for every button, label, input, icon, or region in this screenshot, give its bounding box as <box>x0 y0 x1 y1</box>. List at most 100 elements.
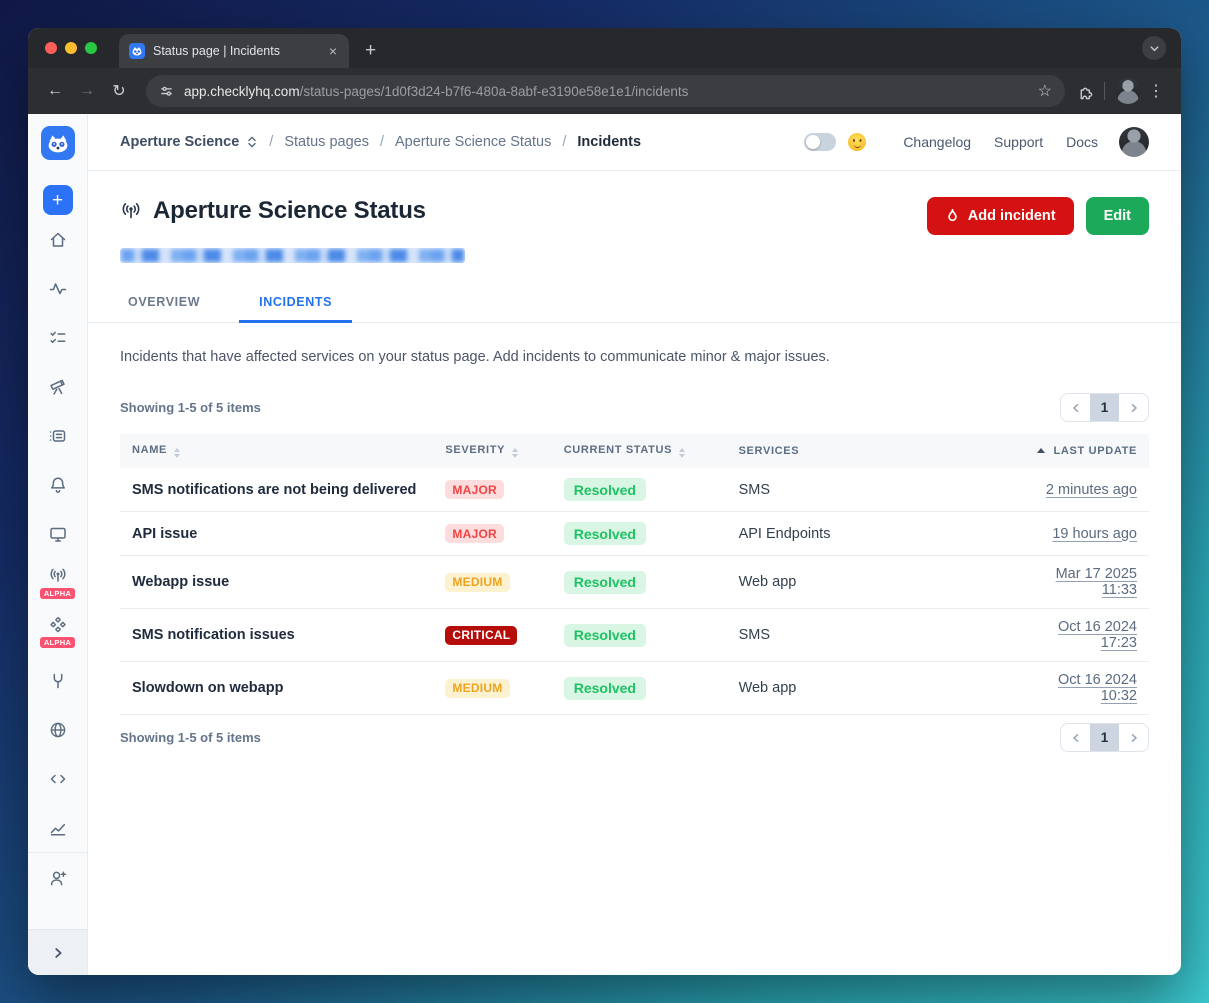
toolbar-divider <box>1104 82 1105 100</box>
col-name[interactable]: NAME <box>120 434 433 468</box>
severity-badge: MAJOR <box>445 480 504 499</box>
broadcast-icon <box>48 566 68 586</box>
table-row[interactable]: SMS notifications are not being delivere… <box>120 468 1149 512</box>
sidebar-item-maintenance[interactable] <box>28 656 87 705</box>
chevron-right-icon <box>51 946 65 960</box>
sort-icon[interactable] <box>174 448 180 458</box>
extensions-icon[interactable] <box>1077 83 1094 100</box>
showing-count: Showing 1-5 of 5 items <box>120 730 261 745</box>
sidebar-item-traces[interactable]: ALPHA <box>28 607 87 656</box>
reload-icon[interactable]: ↻ <box>104 76 134 106</box>
browser-menu-icon[interactable]: ⋮ <box>1143 81 1169 101</box>
table-row[interactable]: API issue MAJOR Resolved API Endpoints 1… <box>120 512 1149 556</box>
sidebar-item-status-pages[interactable]: ALPHA <box>28 558 87 607</box>
diamonds-icon <box>48 615 68 635</box>
next-page-icon[interactable] <box>1119 394 1148 421</box>
add-incident-button[interactable]: Add incident <box>927 197 1074 235</box>
col-current-status[interactable]: CURRENT STATUS <box>552 434 727 468</box>
sort-icon[interactable] <box>679 448 685 458</box>
incidents-description: Incidents that have affected services on… <box>120 349 1149 365</box>
minimize-window-button[interactable] <box>65 42 77 54</box>
showing-count: Showing 1-5 of 5 items <box>120 400 261 415</box>
forward-icon[interactable]: → <box>72 76 102 106</box>
masked-status-page-url-link[interactable] <box>120 248 465 263</box>
table-row[interactable]: Webapp issue MEDIUM Resolved Web app Mar… <box>120 556 1149 609</box>
col-severity[interactable]: SEVERITY <box>433 434 551 468</box>
next-page-icon[interactable] <box>1119 724 1148 751</box>
breadcrumb-account[interactable]: Aperture Science <box>120 134 239 150</box>
edit-button[interactable]: Edit <box>1086 197 1149 235</box>
sidebar-item-runtimes[interactable] <box>28 754 87 803</box>
sidebar-item-analytics[interactable] <box>28 803 87 852</box>
last-update-link[interactable]: 19 hours ago <box>1052 526 1137 542</box>
prev-page-icon[interactable] <box>1061 394 1090 421</box>
page-head: Aperture Science Status Add incident Edi… <box>88 171 1181 235</box>
sort-icon[interactable] <box>512 448 518 458</box>
table-header-row: NAME SEVERITY CURRENT STATUS SERVICES LA… <box>120 434 1149 468</box>
sidebar-item-groups[interactable] <box>28 411 87 460</box>
last-update-link[interactable]: 2 minutes ago <box>1046 482 1137 498</box>
org-switcher-icon[interactable] <box>246 135 258 149</box>
create-new-button[interactable]: + <box>43 185 73 215</box>
last-update-link[interactable]: Oct 16 2024 10:32 <box>1058 672 1137 704</box>
sort-ascending-icon <box>1037 448 1045 453</box>
alpha-badge: ALPHA <box>40 588 75 600</box>
col-last-update[interactable]: LAST UPDATE <box>1025 434 1149 468</box>
prev-page-icon[interactable] <box>1061 724 1090 751</box>
theme-toggle[interactable] <box>804 133 836 151</box>
main-area: Aperture Science / Status pages / Apertu… <box>88 114 1181 975</box>
broadcast-icon <box>120 200 142 222</box>
sidebar-item-alerts[interactable] <box>28 460 87 509</box>
pagination-top: 1 <box>1060 393 1149 422</box>
new-tab-button[interactable]: + <box>365 40 376 68</box>
sidebar-item-monitoring[interactable] <box>28 264 87 313</box>
changelog-link[interactable]: Changelog <box>903 134 971 150</box>
page-tabs: OVERVIEW INCIDENTS <box>88 285 1181 323</box>
back-icon[interactable]: ← <box>40 76 70 106</box>
tab-search-chevron-icon[interactable] <box>1142 36 1166 60</box>
sidebar-item-invite-user[interactable] <box>28 853 87 902</box>
close-window-button[interactable] <box>45 42 57 54</box>
list-controls-bottom: Showing 1-5 of 5 items 1 <box>120 723 1149 752</box>
checkly-logo[interactable] <box>41 126 75 160</box>
breadcrumb-status-page-name[interactable]: Aperture Science Status <box>395 134 551 150</box>
site-settings-icon[interactable] <box>159 84 174 99</box>
checkly-app: + ALPHA <box>28 114 1181 975</box>
last-update-link[interactable]: Oct 16 2024 17:23 <box>1058 619 1137 651</box>
last-update-link[interactable]: Mar 17 2025 11:33 <box>1056 566 1137 598</box>
current-page[interactable]: 1 <box>1090 394 1119 421</box>
address-bar[interactable]: app.checklyhq.com/status-pages/1d0f3d24-… <box>146 75 1065 107</box>
pagination-bottom: 1 <box>1060 723 1149 752</box>
sidebar-item-dashboards[interactable] <box>28 509 87 558</box>
support-link[interactable]: Support <box>994 134 1043 150</box>
zoom-window-button[interactable] <box>85 42 97 54</box>
page-title: Aperture Science Status <box>153 197 426 225</box>
table-row[interactable]: Slowdown on webapp MEDIUM Resolved Web a… <box>120 662 1149 715</box>
bookmark-star-icon[interactable]: ☆ <box>1038 81 1052 101</box>
status-badge: Resolved <box>564 677 646 700</box>
code-icon <box>48 769 68 789</box>
sidebar-item-home[interactable] <box>28 215 87 264</box>
checkly-favicon <box>129 43 145 59</box>
tab-incidents[interactable]: INCIDENTS <box>239 285 352 322</box>
col-services[interactable]: SERVICES <box>727 434 1025 468</box>
sidebar-item-private-locations[interactable] <box>28 705 87 754</box>
tab-title: Status page | Incidents <box>153 44 319 58</box>
browser-profile-avatar[interactable] <box>1115 78 1141 104</box>
docs-link[interactable]: Docs <box>1066 134 1098 150</box>
status-badge: Resolved <box>564 571 646 594</box>
breadcrumb-current: Incidents <box>577 134 641 150</box>
current-page[interactable]: 1 <box>1090 724 1119 751</box>
severity-badge: MEDIUM <box>445 573 509 592</box>
user-avatar[interactable] <box>1119 127 1149 157</box>
sidebar-item-explore[interactable] <box>28 362 87 411</box>
breadcrumb-status-pages[interactable]: Status pages <box>284 134 369 150</box>
table-row[interactable]: SMS notification issues CRITICAL Resolve… <box>120 609 1149 662</box>
tab-close-icon[interactable]: × <box>327 43 339 59</box>
sidebar-expand-button[interactable] <box>28 929 87 975</box>
tab-overview[interactable]: OVERVIEW <box>108 285 220 322</box>
browser-tab[interactable]: Status page | Incidents × <box>119 34 349 68</box>
header-right: Changelog Support Docs <box>804 127 1149 157</box>
globe-icon <box>48 720 68 740</box>
sidebar-item-checks[interactable] <box>28 313 87 362</box>
